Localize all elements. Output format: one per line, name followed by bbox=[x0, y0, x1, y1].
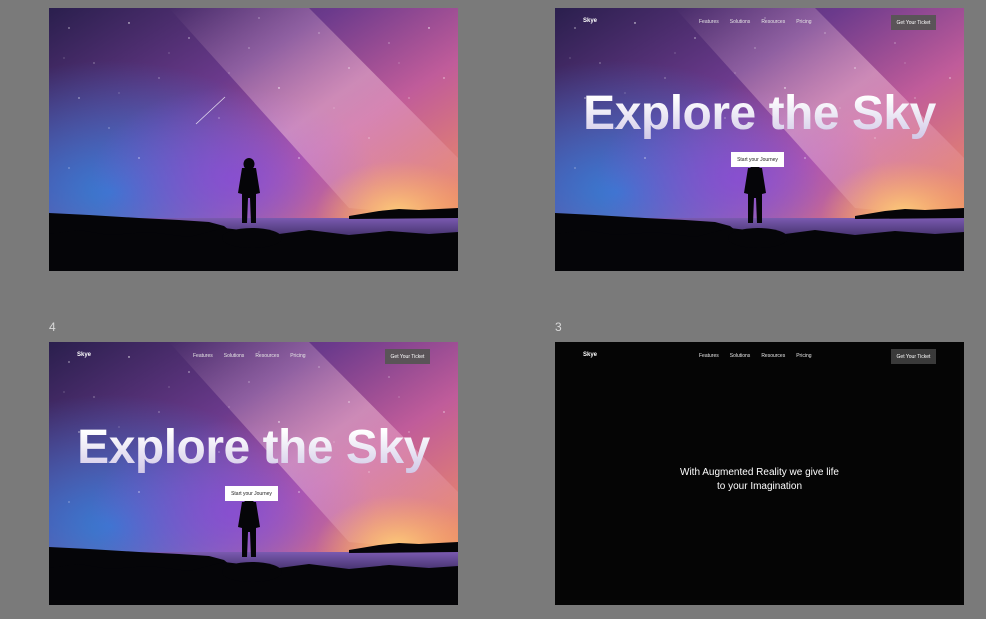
hero-title: Explore the Sky bbox=[49, 420, 458, 475]
nav-links: Features Solutions Resources Pricing bbox=[699, 19, 812, 25]
get-ticket-button[interactable]: Get Your Ticket bbox=[891, 349, 936, 364]
nav-link-solutions[interactable]: Solutions bbox=[730, 353, 751, 359]
frame-hero: Skye Features Solutions Resources Pricin… bbox=[555, 8, 964, 271]
nav-link-solutions[interactable]: Solutions bbox=[730, 19, 751, 25]
hero-title: Explore the Sky bbox=[555, 86, 964, 141]
nav-link-features[interactable]: Features bbox=[699, 353, 719, 359]
nav-link-features[interactable]: Features bbox=[699, 19, 719, 25]
nav-link-pricing[interactable]: Pricing bbox=[290, 353, 305, 359]
frame-hero-copy: Skye Features Solutions Resources Pricin… bbox=[49, 342, 458, 605]
night-sky-image bbox=[49, 8, 458, 271]
logo[interactable]: Skye bbox=[583, 18, 597, 24]
get-ticket-button[interactable]: Get Your Ticket bbox=[891, 15, 936, 30]
frame-dark-tagline: Skye Features Solutions Resources Pricin… bbox=[555, 342, 964, 605]
nav-link-resources[interactable]: Resources bbox=[761, 353, 785, 359]
start-journey-button[interactable]: Start your Journey bbox=[225, 486, 278, 501]
nav-link-resources[interactable]: Resources bbox=[255, 353, 279, 359]
nav-link-features[interactable]: Features bbox=[193, 353, 213, 359]
navbar: Skye Features Solutions Resources Pricin… bbox=[49, 342, 458, 370]
navbar: Skye Features Solutions Resources Pricin… bbox=[555, 342, 964, 370]
tagline-line-2: to your Imagination bbox=[716, 481, 803, 492]
get-ticket-button[interactable]: Get Your Ticket bbox=[385, 349, 430, 364]
nav-links: Features Solutions Resources Pricing bbox=[193, 353, 306, 359]
frame-sky-only bbox=[49, 8, 458, 271]
nav-link-pricing[interactable]: Pricing bbox=[796, 353, 811, 359]
nav-link-pricing[interactable]: Pricing bbox=[796, 19, 811, 25]
navbar: Skye Features Solutions Resources Pricin… bbox=[555, 8, 964, 36]
tagline-line-1: With Augmented Reality we give life bbox=[680, 467, 839, 478]
nav-links: Features Solutions Resources Pricing bbox=[699, 353, 812, 359]
nav-link-solutions[interactable]: Solutions bbox=[224, 353, 245, 359]
frame-number-label: 3 bbox=[555, 320, 562, 334]
frame-number-label: 4 bbox=[49, 320, 56, 334]
logo[interactable]: Skye bbox=[77, 352, 91, 358]
tagline: With Augmented Reality we give life to y… bbox=[555, 466, 964, 494]
nav-link-resources[interactable]: Resources bbox=[761, 19, 785, 25]
logo[interactable]: Skye bbox=[583, 352, 597, 358]
start-journey-button[interactable]: Start your Journey bbox=[731, 152, 784, 167]
